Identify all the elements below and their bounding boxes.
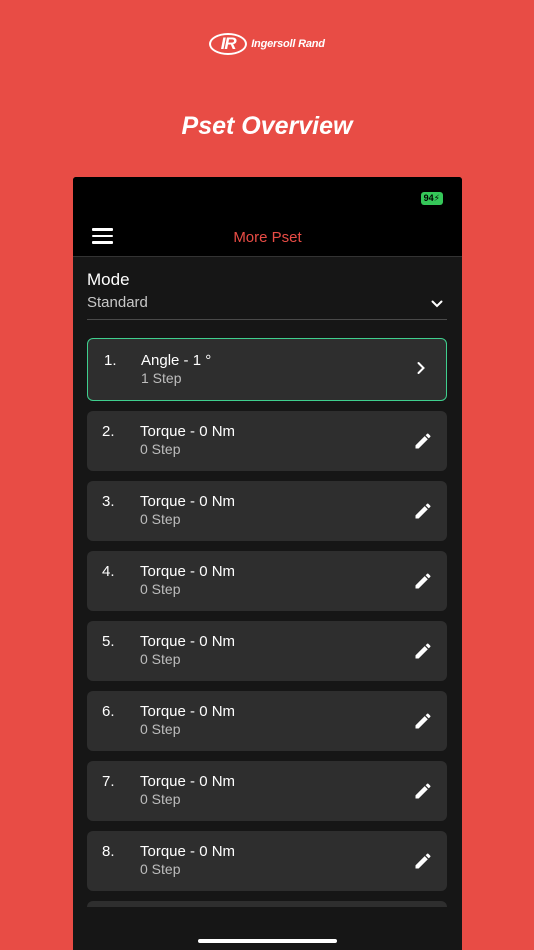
- brand-logo: IR Ingersoll Rand: [0, 33, 534, 55]
- pset-title: Torque - 0 Nm: [140, 843, 236, 860]
- pencil-icon[interactable]: [413, 641, 433, 661]
- pset-row-7[interactable]: 7. Torque - 0 Nm 0 Step: [87, 761, 447, 821]
- mode-dropdown[interactable]: Standard: [87, 294, 447, 320]
- pencil-icon[interactable]: [413, 781, 433, 801]
- pset-title: Angle - 1 °: [141, 352, 212, 369]
- pset-steps: 0 Step: [140, 511, 181, 527]
- pset-title: Torque - 0 Nm: [140, 563, 236, 580]
- pset-list: 1. Angle - 1 ° 1 Step 2. Torque - 0 Nm 0…: [87, 338, 447, 907]
- pset-row-2[interactable]: 2. Torque - 0 Nm 0 Step: [87, 411, 447, 471]
- pset-number: 7.: [102, 773, 115, 790]
- pset-steps: 0 Step: [140, 441, 181, 457]
- pencil-icon[interactable]: [413, 431, 433, 451]
- pencil-icon[interactable]: [413, 711, 433, 731]
- mode-label: Mode: [87, 270, 130, 289]
- status-bar: 94⚡: [73, 177, 462, 217]
- pset-number: 4.: [102, 563, 115, 580]
- home-indicator: [198, 939, 337, 943]
- brand-mark: IR: [209, 33, 248, 55]
- pset-row-1[interactable]: 1. Angle - 1 ° 1 Step: [87, 338, 447, 401]
- pset-number: 8.: [102, 843, 115, 860]
- app-title: More Pset: [233, 229, 302, 246]
- pset-steps: 0 Step: [140, 861, 181, 877]
- pset-row-3[interactable]: 3. Torque - 0 Nm 0 Step: [87, 481, 447, 541]
- pset-title: Torque - 0 Nm: [140, 773, 236, 790]
- chevron-down-icon: [431, 300, 443, 308]
- pencil-icon[interactable]: [413, 851, 433, 871]
- pset-title: Torque - 0 Nm: [140, 423, 236, 440]
- pencil-icon[interactable]: [413, 571, 433, 591]
- pencil-icon[interactable]: [413, 501, 433, 521]
- pset-row-6[interactable]: 6. Torque - 0 Nm 0 Step: [87, 691, 447, 751]
- pset-steps: 1 Step: [141, 370, 182, 386]
- battery-level: 94: [423, 193, 434, 203]
- pset-row-partial[interactable]: [87, 901, 447, 907]
- pset-number: 6.: [102, 703, 115, 720]
- pset-steps: 0 Step: [140, 581, 181, 597]
- pset-number: 3.: [102, 493, 115, 510]
- pset-title: Torque - 0 Nm: [140, 493, 236, 510]
- pset-number: 5.: [102, 633, 115, 650]
- pset-row-8[interactable]: 8. Torque - 0 Nm 0 Step: [87, 831, 447, 891]
- pset-steps: 0 Step: [140, 721, 181, 737]
- mode-value: Standard: [87, 294, 148, 311]
- pset-steps: 0 Step: [140, 651, 181, 667]
- pset-title: Torque - 0 Nm: [140, 703, 236, 720]
- phone-screen: 94⚡ More Pset Mode Standard 1. Angle - 1…: [73, 177, 462, 950]
- pset-number: 2.: [102, 423, 115, 440]
- brand-name: Ingersoll Rand: [251, 38, 325, 50]
- page-headline: Pset Overview: [181, 112, 353, 140]
- pset-row-4[interactable]: 4. Torque - 0 Nm 0 Step: [87, 551, 447, 611]
- pset-row-5[interactable]: 5. Torque - 0 Nm 0 Step: [87, 621, 447, 681]
- pset-steps: 0 Step: [140, 791, 181, 807]
- pset-number: 1.: [104, 352, 117, 369]
- chevron-right-icon: [417, 362, 425, 374]
- pset-title: Torque - 0 Nm: [140, 633, 236, 650]
- battery-indicator: 94⚡: [420, 192, 443, 205]
